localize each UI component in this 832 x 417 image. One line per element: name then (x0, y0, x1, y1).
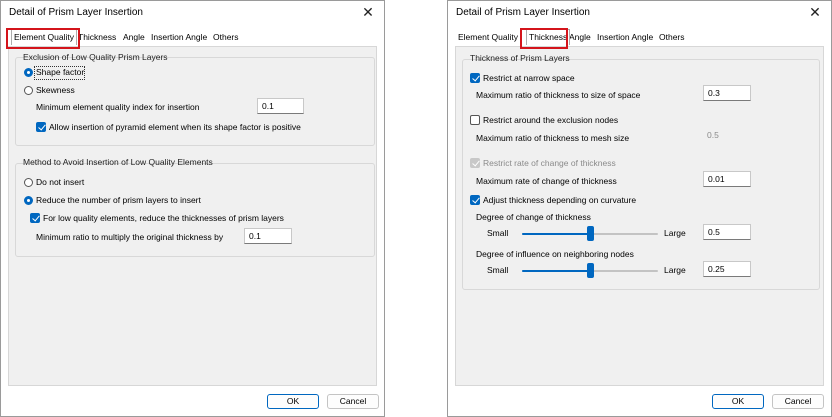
min-quality-label: Minimum element quality index for insert… (36, 102, 200, 112)
adjust-curvature-checkbox[interactable] (470, 195, 480, 205)
tab-strip: Element Quality Thickness Angle Insertio… (454, 29, 825, 47)
max-rate-label: Maximum rate of change of thickness (476, 176, 617, 186)
adjust-curvature-label: Adjust thickness depending on curvature (483, 195, 637, 205)
cancel-button[interactable]: Cancel (327, 394, 379, 409)
dialog-element-quality: Detail of Prism Layer Insertion ✕ Elemen… (0, 0, 385, 417)
degree-influence-large-label: Large (664, 265, 686, 275)
tab-insertion-angle[interactable]: Insertion Angle (151, 32, 207, 42)
tab-angle[interactable]: Angle (123, 32, 145, 42)
skewness-label: Skewness (36, 85, 75, 95)
restrict-exclusion-label: Restrict around the exclusion nodes (483, 115, 619, 125)
reduce-thickness-label: For low quality elements, reduce the thi… (43, 213, 284, 223)
degree-change-small-label: Small (487, 228, 509, 238)
method-group-title: Method to Avoid Insertion of Low Quality… (23, 157, 213, 167)
tab-panel: Exclusion of Low Quality Prism Layers Sh… (8, 46, 377, 386)
tab-others[interactable]: Others (659, 32, 685, 42)
slider-fill (522, 270, 590, 272)
shape-factor-radio[interactable] (24, 68, 33, 77)
tab-strip: Element Quality Thickness Angle Insertio… (7, 29, 378, 47)
restrict-narrow-checkbox[interactable] (470, 73, 480, 83)
degree-change-label: Degree of change of thickness (476, 212, 591, 222)
skewness-radio[interactable] (24, 86, 33, 95)
tab-element-quality[interactable]: Element Quality (458, 32, 518, 42)
slider-thumb[interactable] (586, 226, 594, 241)
reduce-layers-radio[interactable] (24, 196, 33, 205)
do-not-insert-radio[interactable] (24, 178, 33, 187)
degree-change-large-label: Large (664, 228, 686, 238)
max-ratio-mesh-input: 0.5 (703, 128, 751, 144)
slider-fill (522, 233, 590, 235)
degree-change-input[interactable]: 0.5 (703, 224, 751, 240)
tab-angle[interactable]: Angle (569, 32, 591, 42)
max-ratio-space-label: Maximum ratio of thickness to size of sp… (476, 90, 641, 100)
dialog-title: Detail of Prism Layer Insertion (9, 7, 143, 18)
tab-element-quality[interactable]: Element Quality (11, 29, 77, 45)
restrict-narrow-label: Restrict at narrow space (483, 73, 575, 83)
min-ratio-input[interactable]: 0.1 (244, 228, 292, 244)
dialog-title: Detail of Prism Layer Insertion (456, 7, 590, 18)
restrict-rate-label: Restrict rate of change of thickness (483, 158, 616, 168)
reduce-layers-label: Reduce the number of prism layers to ins… (36, 195, 201, 205)
shape-factor-label: Shape factor (36, 67, 85, 77)
restrict-exclusion-checkbox[interactable] (470, 115, 480, 125)
min-quality-input[interactable]: 0.1 (257, 98, 304, 114)
tab-thickness[interactable]: Thickness (78, 32, 116, 42)
title-bar: Detail of Prism Layer Insertion ✕ (448, 1, 831, 25)
reduce-thickness-checkbox[interactable] (30, 213, 40, 223)
tab-thickness[interactable]: Thickness (526, 29, 571, 45)
title-bar: Detail of Prism Layer Insertion ✕ (1, 1, 384, 25)
close-icon[interactable]: ✕ (360, 4, 376, 20)
ok-button[interactable]: OK (267, 394, 319, 409)
degree-influence-small-label: Small (487, 265, 509, 275)
degree-influence-input[interactable]: 0.25 (703, 261, 751, 277)
min-ratio-label: Minimum ratio to multiply the original t… (36, 232, 224, 242)
max-ratio-space-input[interactable]: 0.3 (703, 85, 751, 101)
allow-pyramid-label: Allow insertion of pyramid element when … (49, 122, 301, 132)
thickness-group-title: Thickness of Prism Layers (470, 53, 570, 63)
do-not-insert-label: Do not insert (36, 177, 85, 187)
restrict-rate-checkbox (470, 158, 480, 168)
degree-influence-label: Degree of influence on neighboring nodes (476, 249, 634, 259)
max-ratio-mesh-label: Maximum ratio of thickness to mesh size (476, 133, 630, 143)
max-rate-input[interactable]: 0.01 (703, 171, 751, 187)
close-icon[interactable]: ✕ (807, 4, 823, 20)
ok-button[interactable]: OK (712, 394, 764, 409)
tab-insertion-angle[interactable]: Insertion Angle (597, 32, 653, 42)
tab-panel: Thickness of Prism Layers Restrict at na… (455, 46, 824, 386)
cancel-button[interactable]: Cancel (772, 394, 824, 409)
tab-others[interactable]: Others (213, 32, 239, 42)
exclusion-group-title: Exclusion of Low Quality Prism Layers (23, 52, 168, 62)
dialog-thickness: Detail of Prism Layer Insertion ✕ Elemen… (447, 0, 832, 417)
allow-pyramid-checkbox[interactable] (36, 122, 46, 132)
slider-thumb[interactable] (586, 263, 594, 278)
